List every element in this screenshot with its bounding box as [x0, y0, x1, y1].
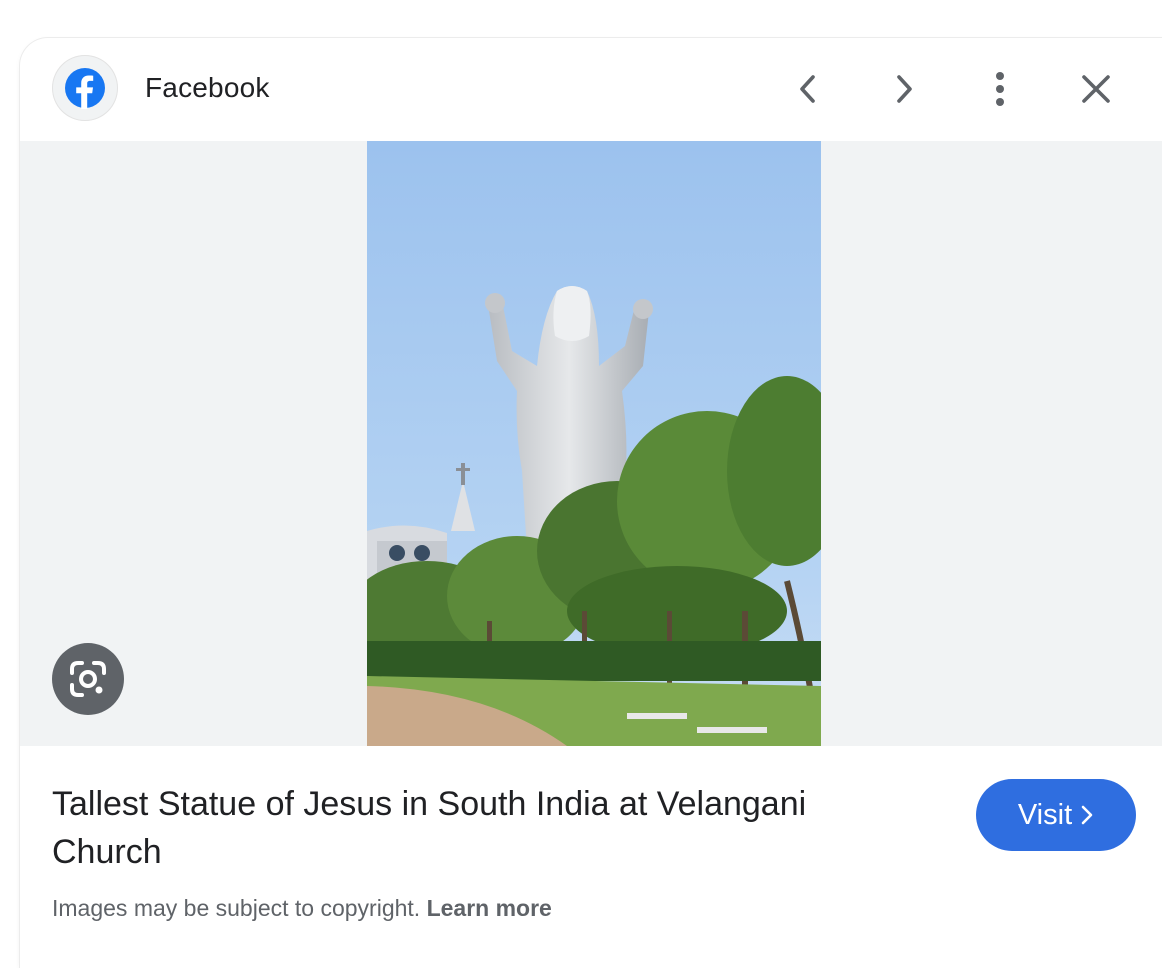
- facebook-icon: [65, 68, 105, 109]
- copyright-notice: Images may be subject to copyright. Lear…: [52, 895, 552, 922]
- close-icon: [1082, 75, 1110, 103]
- learn-more-link[interactable]: Learn more: [427, 895, 552, 921]
- image-preview-panel: Facebook Tallest Statue of Jesus in Sout…: [20, 38, 1162, 968]
- more-vert-icon: [996, 72, 1004, 106]
- google-lens-icon: [70, 661, 106, 697]
- close-button[interactable]: [1072, 65, 1120, 113]
- result-title[interactable]: Tallest Statue of Jesus in South India a…: [52, 780, 872, 876]
- preview-image[interactable]: [367, 141, 821, 746]
- next-button[interactable]: [880, 65, 928, 113]
- source-logo[interactable]: [52, 55, 118, 121]
- statue-photo: [367, 141, 821, 746]
- google-lens-button[interactable]: [52, 643, 124, 715]
- previous-button[interactable]: [784, 65, 832, 113]
- copyright-text: Images may be subject to copyright.: [52, 895, 421, 921]
- chevron-left-icon: [800, 75, 815, 103]
- visit-label: Visit: [1017, 798, 1073, 831]
- chevron-right-icon: [897, 75, 912, 103]
- visit-button[interactable]: Visit: [976, 779, 1136, 851]
- preview-header: Facebook: [20, 38, 1162, 141]
- more-options-button[interactable]: [976, 65, 1024, 113]
- source-name[interactable]: Facebook: [145, 72, 270, 104]
- chevron-right-icon: [1081, 805, 1093, 825]
- image-stage: [20, 141, 1162, 746]
